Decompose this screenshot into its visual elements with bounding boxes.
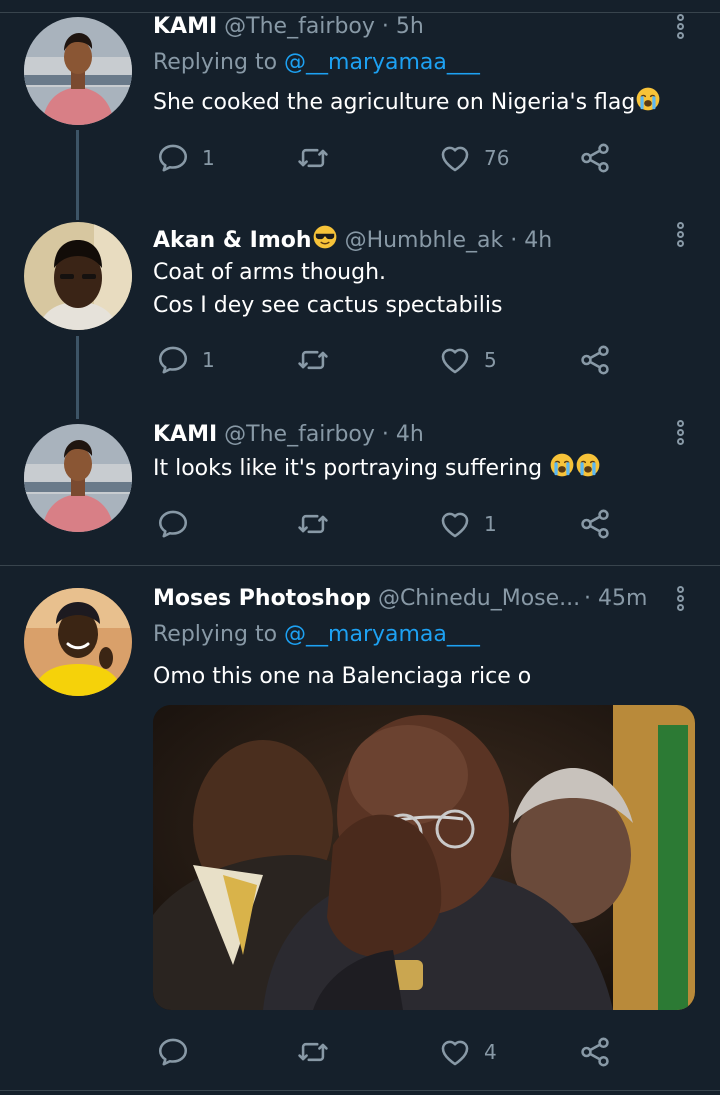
loudly-crying-face-icon [549,452,575,478]
tweet-text-content: It looks like it's portraying suffering [153,456,543,481]
reply-count: 1 [202,348,215,372]
like-button[interactable]: 4 [438,1032,497,1072]
display-name[interactable]: Akan & Imoh [153,228,312,253]
share-icon [578,1035,612,1069]
display-name[interactable]: KAMI [153,14,217,39]
tweet-text: It looks like it's portraying suffering [153,452,601,485]
timestamp[interactable]: · 4h [382,422,424,447]
display-name[interactable]: KAMI [153,422,217,447]
avatar[interactable] [24,17,132,125]
retweet-button[interactable] [296,1032,330,1072]
mention-link[interactable]: @__maryamaa___ [284,50,480,75]
tweet-moses-photoshop[interactable]: Moses Photoshop @Chinedu_Mose... · 45m R… [0,566,720,1095]
reply-icon [156,343,190,377]
tweet-text-line: Cos I dey see cactus spectabilis [153,293,503,318]
tweet-kami-1[interactable]: KAMI @The_fairboy · 5h Replying to @__ma… [0,0,720,220]
tweet-media-photo[interactable] [153,705,695,1010]
tweet-actions: 4 [0,1032,720,1072]
tweet-text-content: Omo this one na Balenciaga rice o [153,664,532,689]
timestamp[interactable]: · 4h [510,228,552,253]
share-icon [578,141,612,175]
tweet-header: Akan & Imoh @Humbhle_ak · 4h [153,224,552,253]
more-options-icon[interactable] [670,420,690,450]
display-name[interactable]: Moses Photoshop [153,586,371,611]
user-handle[interactable]: @Chinedu_Mose... [378,586,580,611]
smiling-face-with-sunglasses-icon [312,224,338,250]
like-button[interactable]: 1 [438,504,497,544]
tweet-actions: 1 5 [0,340,720,380]
share-icon [578,343,612,377]
share-button[interactable] [578,138,612,178]
share-button[interactable] [578,1032,612,1072]
reply-count: 1 [202,146,215,170]
replying-to-label: Replying to [153,50,278,75]
loudly-crying-face-icon [635,86,661,112]
like-button[interactable]: 5 [438,340,497,380]
tweet-actions: 1 76 [0,138,720,178]
tweet-text: Coat of arms though. Cos I dey see cactu… [153,256,502,322]
like-icon [438,343,472,377]
more-options-icon[interactable] [670,586,690,616]
like-count: 1 [484,512,497,536]
like-count: 76 [484,146,510,170]
replying-to-label: Replying to [153,622,278,647]
reply-icon [156,507,190,541]
like-icon [438,141,472,175]
tweet-separator [0,1090,720,1091]
retweet-icon [296,343,330,377]
reply-button[interactable] [156,504,202,544]
like-button[interactable]: 76 [438,138,509,178]
replying-to: Replying to @__maryamaa___ [153,50,480,75]
retweet-icon [296,141,330,175]
avatar[interactable] [24,222,132,330]
retweet-icon [296,1035,330,1069]
loudly-crying-face-icon [575,452,601,478]
avatar[interactable] [24,588,132,696]
timestamp[interactable]: · 45m [584,586,647,611]
share-button[interactable] [578,504,612,544]
more-options-icon[interactable] [670,222,690,252]
replying-to: Replying to @__maryamaa___ [153,622,480,647]
tweet-text: She cooked the agriculture on Nigeria's … [153,86,661,119]
tweet-kami-2[interactable]: KAMI @The_fairboy · 4h It looks like it'… [0,400,720,565]
tweet-header: Moses Photoshop @Chinedu_Mose... [153,586,580,611]
tweet-actions: 1 [0,504,720,544]
tweet-header: KAMI @The_fairboy · 5h [153,14,424,39]
tweet-header: KAMI @The_fairboy · 4h [153,422,424,447]
reply-icon [156,1035,190,1069]
mention-link[interactable]: @__maryamaa___ [284,622,480,647]
reply-icon [156,141,190,175]
user-handle[interactable]: @The_fairboy [224,14,375,39]
user-handle[interactable]: @Humbhle_ak [345,228,504,253]
share-icon [578,507,612,541]
reply-button[interactable]: 1 [156,340,215,380]
retweet-button[interactable] [296,138,330,178]
reply-button[interactable] [156,1032,202,1072]
retweet-button[interactable] [296,504,330,544]
timestamp[interactable]: · 5h [382,14,424,39]
like-icon [438,507,472,541]
retweet-icon [296,507,330,541]
tweet-text-line: Coat of arms though. [153,260,387,285]
tweet-text-content: She cooked the agriculture on Nigeria's … [153,90,636,115]
reply-button[interactable]: 1 [156,138,215,178]
like-count: 4 [484,1040,497,1064]
user-handle[interactable]: @The_fairboy [224,422,375,447]
share-button[interactable] [578,340,612,380]
more-options-icon[interactable] [670,14,690,44]
retweet-button[interactable] [296,340,330,380]
tweet-akan-imoh[interactable]: Akan & Imoh @Humbhle_ak · 4h Coat of arm… [0,200,720,419]
like-icon [438,1035,472,1069]
like-count: 5 [484,348,497,372]
tweet-text: Omo this one na Balenciaga rice o [153,660,531,693]
